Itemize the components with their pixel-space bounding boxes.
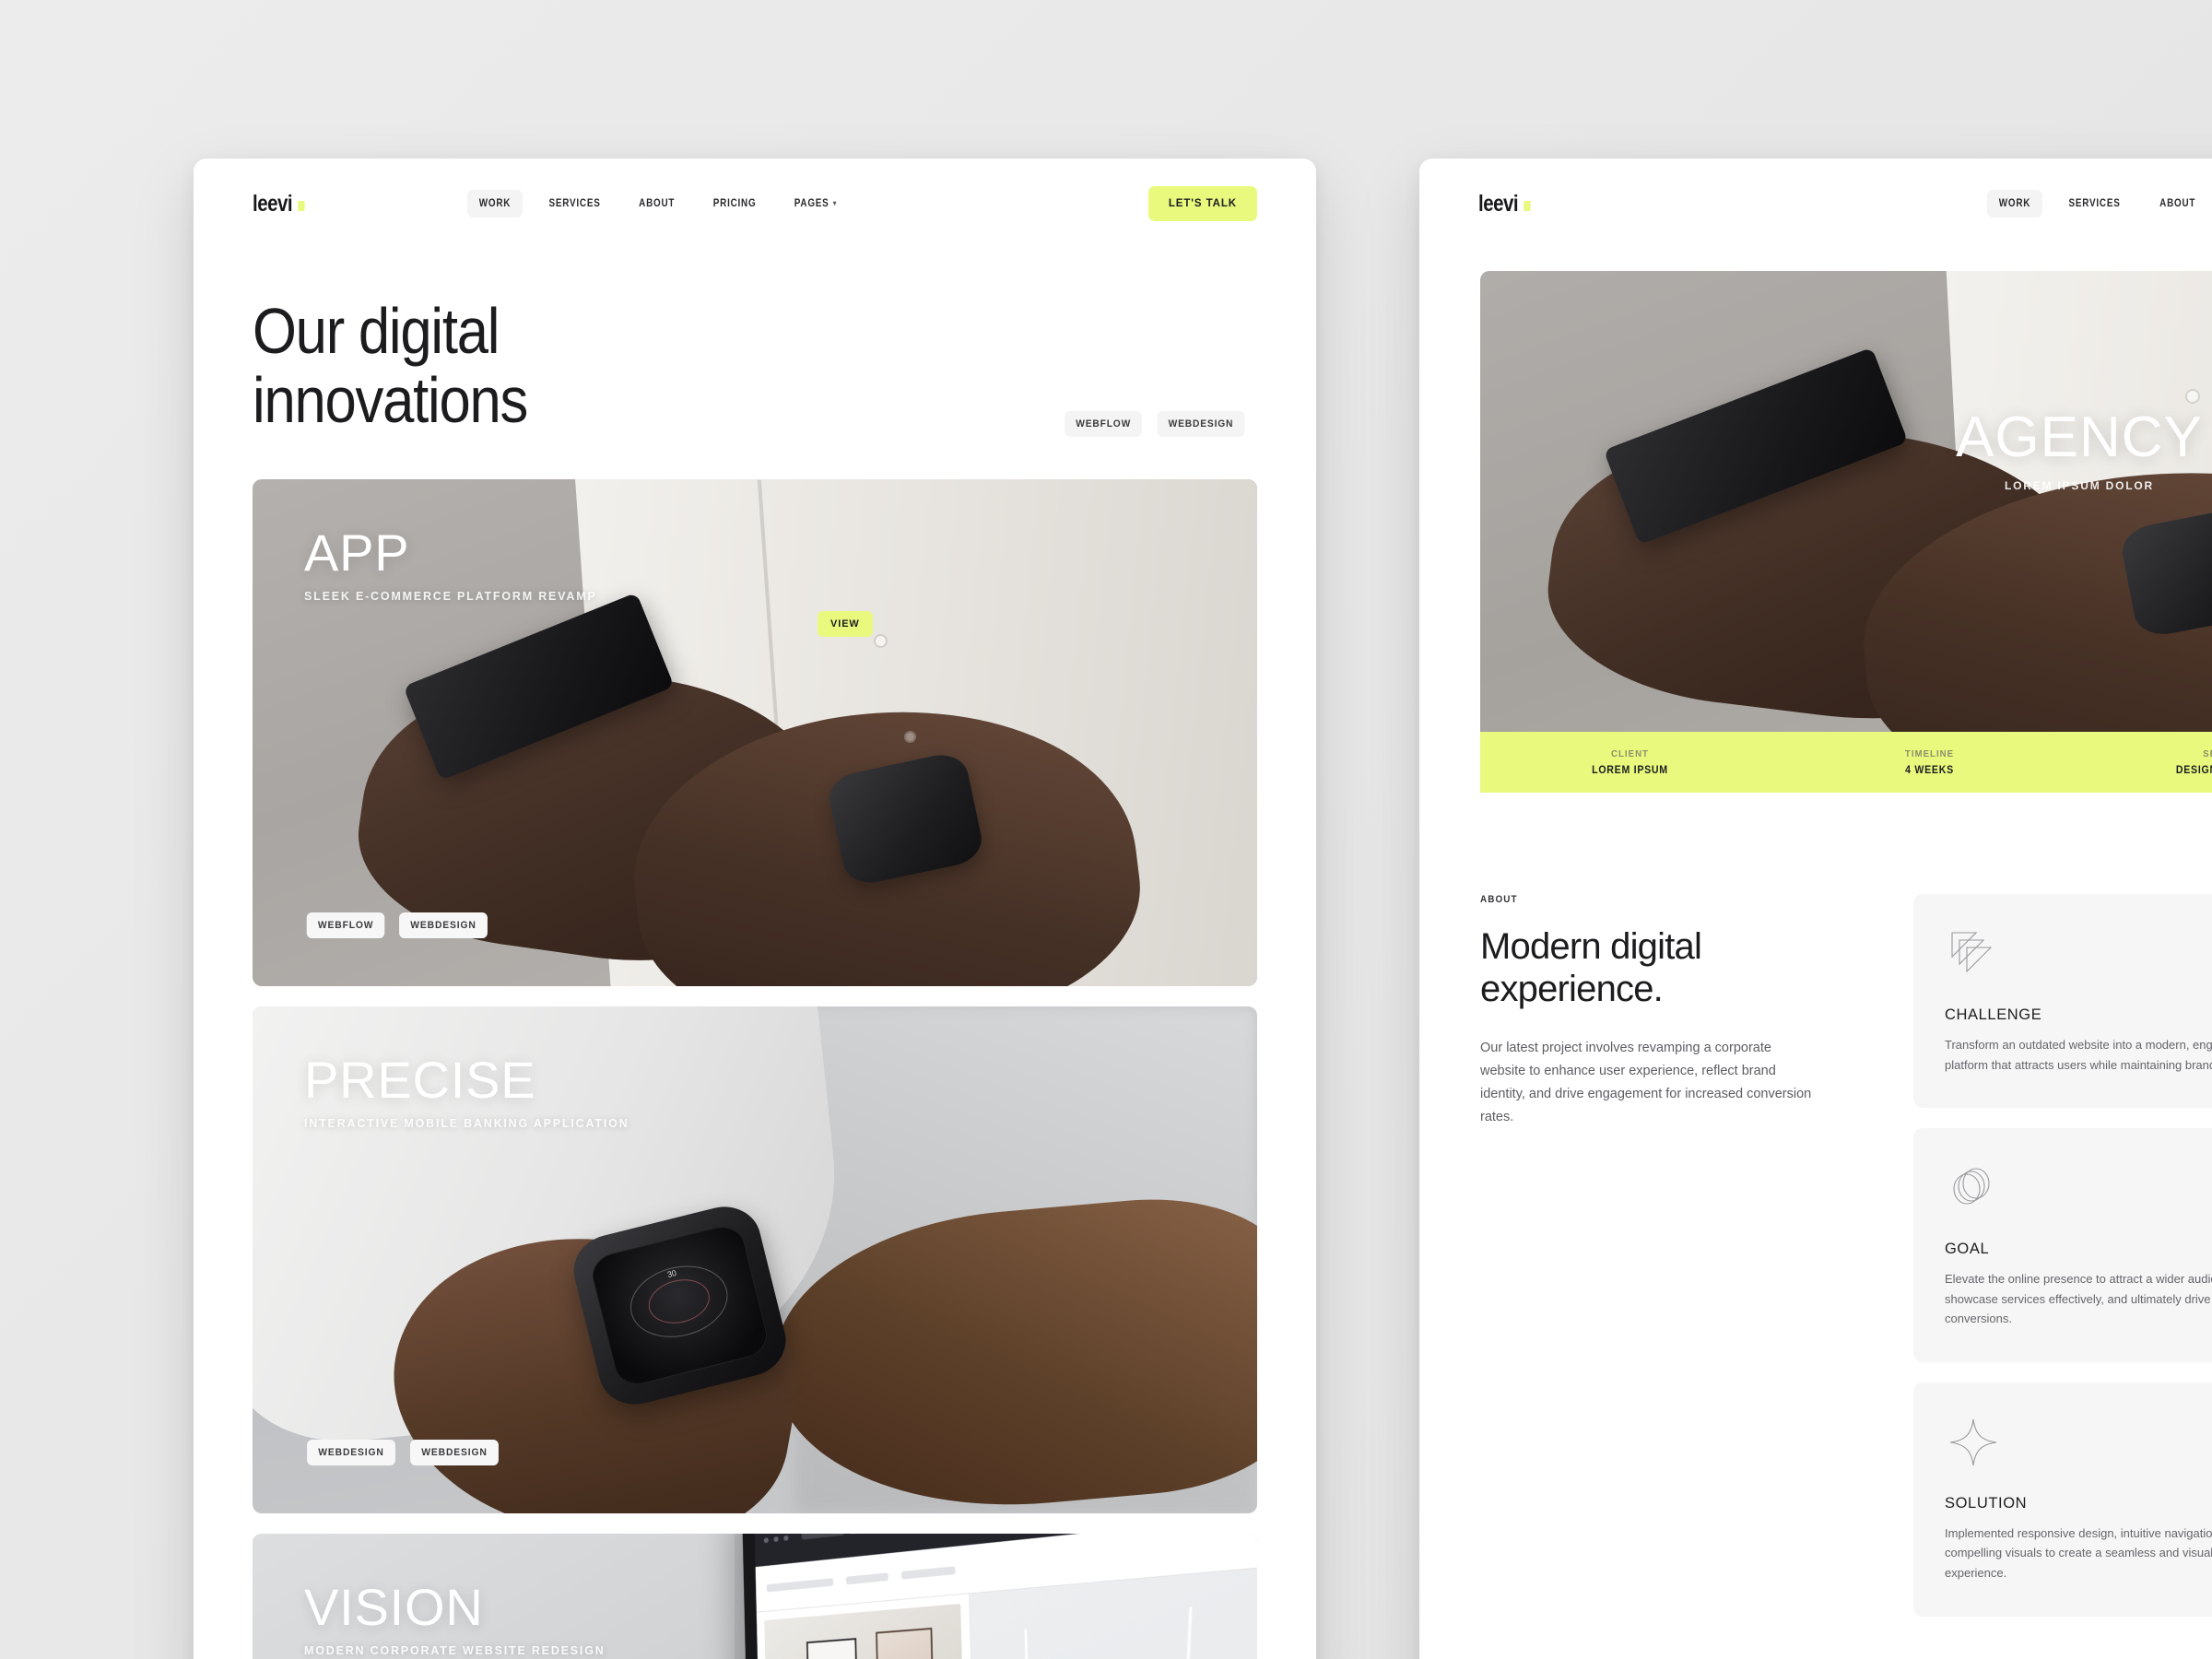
brand-name: leevi	[253, 191, 292, 218]
stacked-triangles-icon	[1945, 925, 2212, 982]
meta-item-timeline: TIMELINE 4 WEEKS	[1780, 748, 2079, 776]
case-study-subtitle: LOREM IPSUM DOLOR	[1480, 479, 2212, 492]
hero-section-left: Our digital innovations WEBFLOW WEBDESIG…	[194, 249, 1316, 437]
nav-links-left: WORK SERVICES ABOUT PRICING PAGES ▾	[463, 190, 854, 218]
lets-talk-button[interactable]: LET'S TALK	[1148, 186, 1257, 221]
primary-navbar-left: leevi WORK SERVICES ABOUT PRICING PAGES ▾	[194, 159, 1316, 249]
meta-value: DESIGN, BRANDING	[2091, 765, 2212, 776]
case-study-hero: AGENCY LOREM IPSUM DOLOR CLIENT LOREM IP…	[1480, 271, 2212, 793]
about-title-line-1: Modern digital	[1480, 926, 1701, 967]
meta-item-services: SERVICES DESIGN, BRANDING	[2079, 748, 2212, 776]
project-tags-app: WEBFLOW WEBDESIGN	[304, 912, 1206, 938]
nav-item-pricing-label: PRICING	[712, 198, 756, 209]
project-card-vision[interactable]: Add a place or address to the map for mo…	[253, 1534, 1257, 1659]
nav-item-services-label: SERVICES	[549, 198, 601, 209]
nav-item-work-label: WORK	[1999, 198, 2030, 209]
primary-navbar-right: leevi WORK SERVICES ABOUT PRICING PAGES▾	[1419, 159, 2212, 249]
project-tag[interactable]: WEBDESIGN	[307, 1440, 395, 1465]
nav-item-about[interactable]: ABOUT	[2147, 190, 2207, 218]
about-section: ABOUT Modern digital experience. Our lat…	[1419, 894, 2212, 1617]
nav-links-right: WORK SERVICES ABOUT PRICING PAGES▾	[1983, 190, 2212, 218]
nav-item-services-label: SERVICES	[2069, 198, 2121, 209]
filter-chip-webflow[interactable]: WEBFLOW	[1065, 411, 1142, 437]
meta-item-client: CLIENT LOREM IPSUM	[1480, 748, 1780, 776]
info-card-title: CHALLENGE	[1945, 1006, 2212, 1024]
meta-label: TIMELINE	[1792, 748, 2067, 759]
nav-item-work[interactable]: WORK	[467, 190, 523, 218]
meta-value: 4 WEEKS	[1792, 765, 2067, 776]
project-subtitle-precise: INTERACTIVE MOBILE BANKING APPLICATION	[304, 1117, 1206, 1130]
info-card-goal: GOAL Elevate the online presence to attr…	[1913, 1128, 2212, 1362]
case-study-hero-image	[1480, 271, 2212, 732]
case-study-hero-text: AGENCY LOREM IPSUM DOLOR	[1480, 409, 2212, 492]
four-point-star-icon	[1945, 1414, 2212, 1471]
project-title-app: APP	[304, 527, 1206, 579]
nav-item-pages-label: PAGES	[794, 198, 830, 209]
brand-name: leevi	[1478, 191, 1518, 218]
brand-logo-right[interactable]: leevi	[1478, 191, 1530, 218]
info-card-solution: SOLUTION Implemented responsive design, …	[1913, 1382, 2212, 1617]
about-text-column: ABOUT Modern digital experience. Our lat…	[1480, 894, 1849, 1617]
nav-item-services[interactable]: SERVICES	[537, 190, 613, 218]
nav-item-work-label: WORK	[479, 198, 511, 209]
filter-chip-webdesign[interactable]: WEBDESIGN	[1158, 411, 1245, 437]
page-title-line-1: Our digital	[253, 295, 499, 367]
project-tag[interactable]: WEBFLOW	[307, 912, 385, 938]
chevron-down-icon: ▾	[833, 199, 837, 207]
info-card-text: Implemented responsive design, intuitive…	[1945, 1524, 2212, 1583]
project-title-precise: PRECISE	[304, 1054, 1206, 1106]
project-overlay-app: APP SLEEK E-COMMERCE PLATFORM REVAMP WEB…	[253, 479, 1257, 986]
view-project-button[interactable]: VIEW	[818, 611, 873, 637]
nav-item-services[interactable]: SERVICES	[2057, 190, 2133, 218]
info-card-challenge: CHALLENGE Transform an outdated website …	[1913, 894, 2212, 1108]
nav-item-about[interactable]: ABOUT	[628, 190, 688, 218]
project-card-precise[interactable]: 30 PRECISE INTERACTIVE MOBILE BANKING AP…	[253, 1006, 1257, 1513]
project-overlay-vision: VISION MODERN CORPORATE WEBSITE REDESIGN	[253, 1534, 1257, 1659]
work-listing-window: leevi WORK SERVICES ABOUT PRICING PAGES ▾	[194, 159, 1316, 1659]
info-card-text: Elevate the online presence to attract a…	[1945, 1269, 2212, 1329]
page-title: Our digital innovations	[253, 297, 1136, 435]
project-tags-precise: WEBDESIGN WEBDESIGN	[304, 1440, 1206, 1465]
info-card-title: GOAL	[1945, 1241, 2212, 1258]
nav-item-about-label: ABOUT	[2159, 198, 2195, 209]
project-card-app[interactable]: APP SLEEK E-COMMERCE PLATFORM REVAMP WEB…	[253, 479, 1257, 986]
brand-dot-icon	[1524, 201, 1530, 211]
about-kicker: ABOUT	[1480, 894, 1812, 905]
nav-item-work[interactable]: WORK	[1987, 190, 2042, 218]
info-card-list: CHALLENGE Transform an outdated website …	[1913, 894, 2212, 1617]
project-tag[interactable]: WEBDESIGN	[399, 912, 488, 938]
case-study-window: leevi WORK SERVICES ABOUT PRICING PAGES▾	[1419, 159, 2212, 1659]
about-title: Modern digital experience.	[1480, 925, 1849, 1011]
project-subtitle-vision: MODERN CORPORATE WEBSITE REDESIGN	[304, 1644, 1206, 1657]
nav-item-about-label: ABOUT	[639, 198, 675, 209]
project-card-list: APP SLEEK E-COMMERCE PLATFORM REVAMP WEB…	[194, 437, 1316, 1659]
brand-logo-left[interactable]: leevi	[253, 191, 304, 218]
case-study-title: AGENCY	[1480, 409, 2212, 466]
overlapping-circles-icon	[1945, 1159, 2212, 1217]
desktop-canvas: leevi WORK SERVICES ABOUT PRICING PAGES ▾	[0, 0, 2212, 1659]
about-title-line-2: experience.	[1480, 969, 1663, 1009]
about-body-text: Our latest project involves revamping a …	[1480, 1037, 1812, 1129]
case-study-meta-bar: CLIENT LOREM IPSUM TIMELINE 4 WEEKS SERV…	[1480, 732, 2212, 793]
info-card-title: SOLUTION	[1945, 1495, 2212, 1512]
brand-dot-icon	[298, 201, 304, 211]
meta-value: LOREM IPSUM	[1492, 765, 1768, 776]
nav-item-pricing[interactable]: PRICING	[701, 190, 768, 218]
page-title-line-2: innovations	[253, 364, 527, 436]
project-title-vision: VISION	[304, 1582, 1206, 1633]
info-card-text: Transform an outdated website into a mod…	[1945, 1035, 2212, 1075]
meta-label: CLIENT	[1492, 748, 1768, 759]
nav-item-pages[interactable]: PAGES ▾	[782, 190, 849, 218]
project-overlay-precise: PRECISE INTERACTIVE MOBILE BANKING APPLI…	[253, 1006, 1257, 1513]
meta-label: SERVICES	[2091, 748, 2212, 759]
project-tag[interactable]: WEBDESIGN	[410, 1440, 499, 1465]
project-subtitle-app: SLEEK E-COMMERCE PLATFORM REVAMP	[304, 590, 1206, 603]
